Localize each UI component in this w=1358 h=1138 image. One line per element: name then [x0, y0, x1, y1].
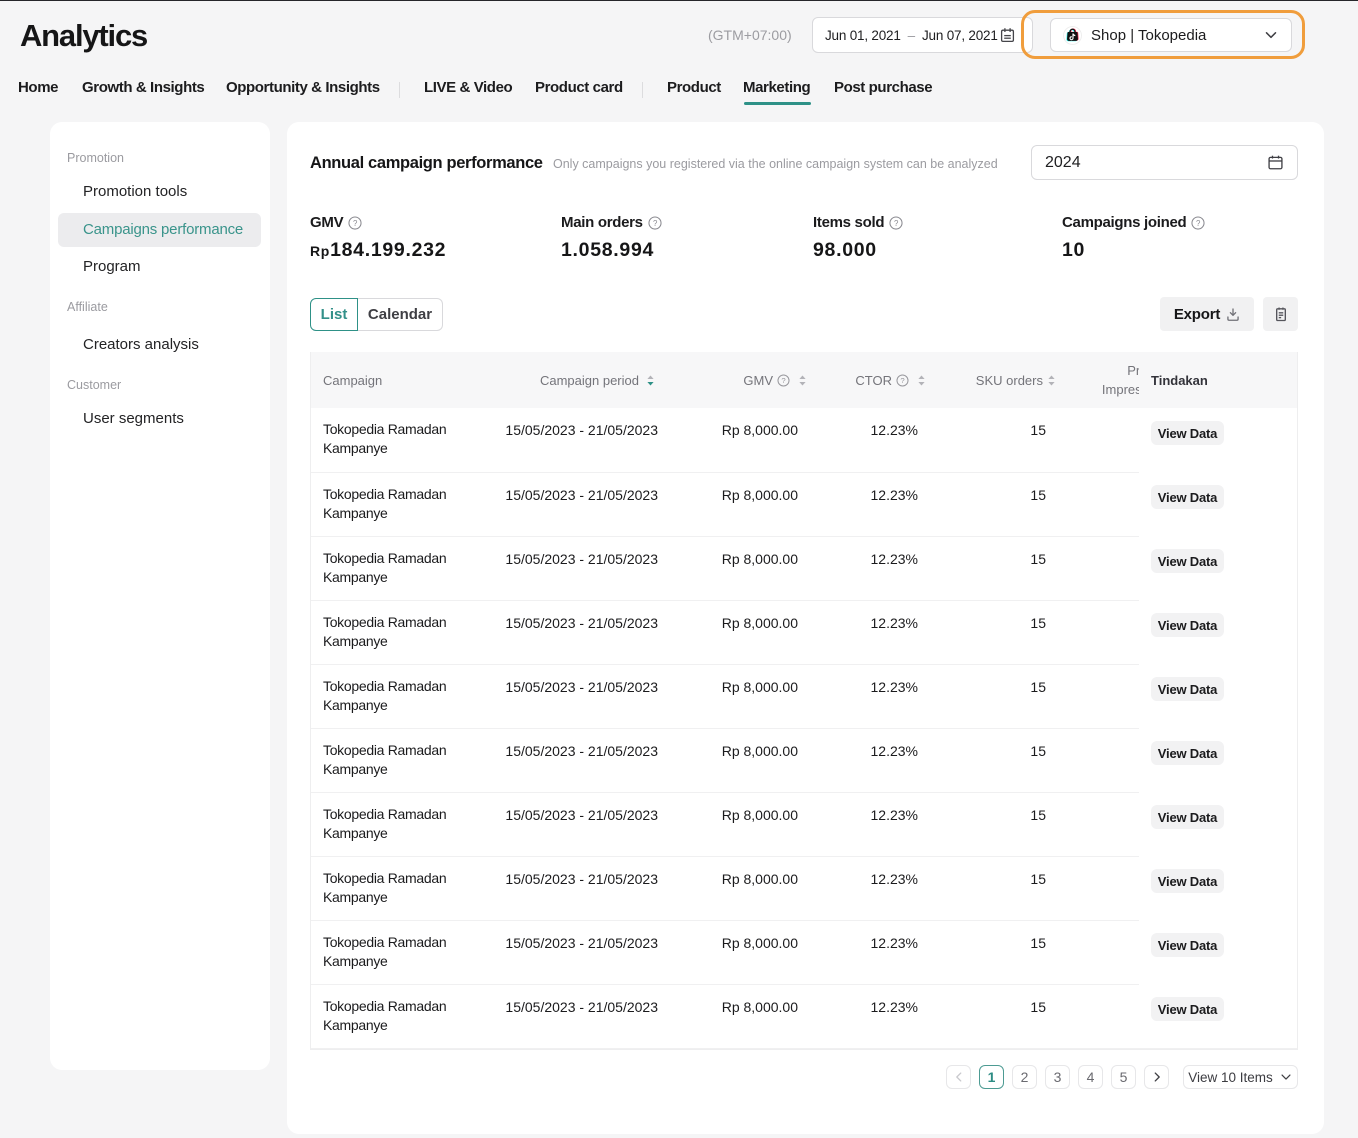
- svg-text:?: ?: [653, 219, 658, 228]
- svg-text:?: ?: [353, 219, 358, 228]
- svg-text:?: ?: [781, 376, 785, 385]
- svg-text:?: ?: [894, 219, 899, 228]
- svg-text:?: ?: [1196, 219, 1201, 228]
- svg-text:?: ?: [900, 376, 904, 385]
